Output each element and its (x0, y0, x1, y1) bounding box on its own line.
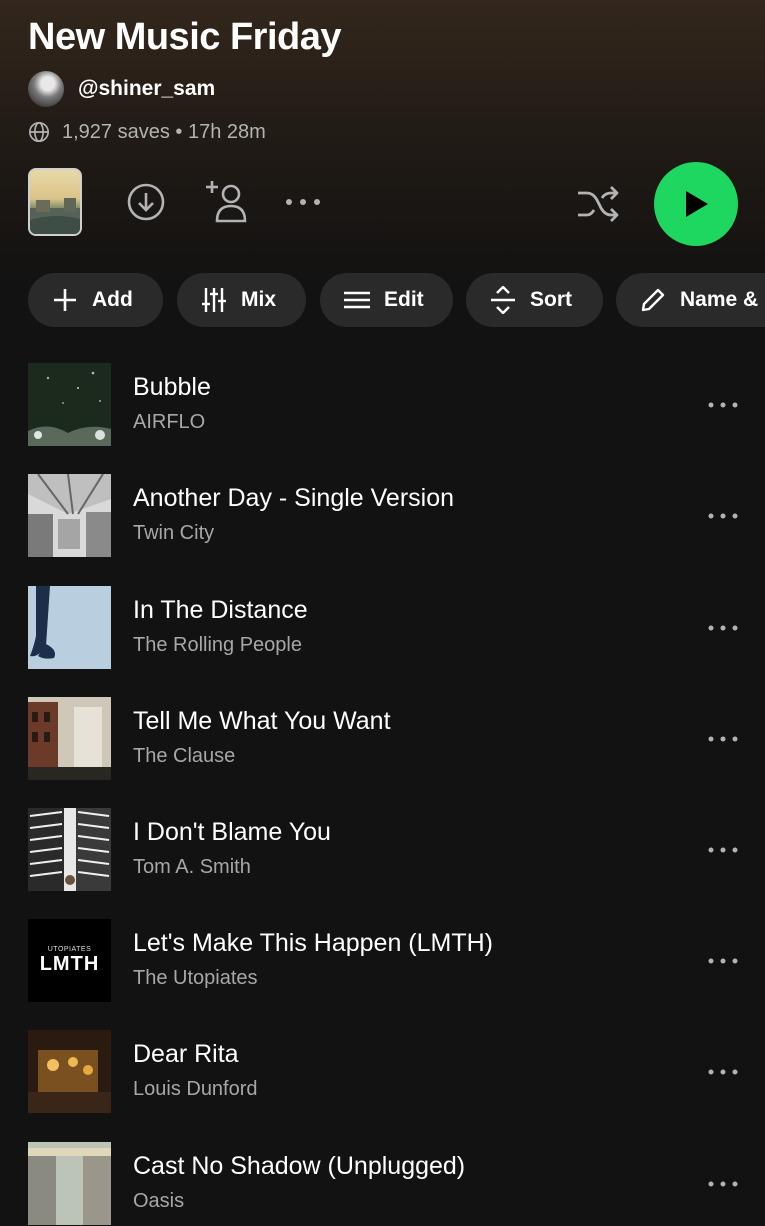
track-title: I Don't Blame You (133, 818, 331, 846)
sort-icon (491, 286, 515, 314)
track-more-button[interactable] (696, 393, 750, 417)
avatar[interactable] (28, 71, 64, 107)
shuffle-icon (578, 186, 619, 222)
track-artist[interactable]: Twin City (133, 522, 214, 545)
album-art (28, 474, 111, 557)
track-artist[interactable]: The Utopiates (133, 967, 258, 990)
track-title: Cast No Shadow (Unplugged) (133, 1152, 466, 1180)
add-chip[interactable]: Add (28, 273, 163, 327)
track-row[interactable]: Another Day - Single Version Twin City (0, 474, 765, 558)
album-art-small-text: UTOPIATES (47, 945, 92, 953)
shuffle-button[interactable] (574, 180, 622, 228)
album-art (28, 697, 111, 780)
action-bar (0, 160, 765, 250)
track-more-button[interactable] (696, 1172, 750, 1196)
track-row[interactable]: UTOPIATES LMTH Let's Make This Happen (L… (0, 919, 765, 1003)
sort-chip[interactable]: Sort (466, 273, 603, 327)
album-art (28, 586, 111, 669)
track-artist[interactable]: Louis Dunford (133, 1078, 258, 1101)
more-options-button[interactable] (282, 188, 324, 216)
owner-row[interactable]: @shiner_sam (28, 70, 215, 108)
album-art (28, 808, 111, 891)
more-icon (708, 1181, 738, 1187)
name-details-chip[interactable]: Name & (616, 273, 765, 327)
track-title: Another Day - Single Version (133, 484, 455, 512)
more-icon (708, 958, 738, 964)
track-row[interactable]: In The Distance The Rolling People (0, 586, 765, 670)
track-more-button[interactable] (696, 727, 750, 751)
track-more-button[interactable] (696, 1060, 750, 1084)
download-button[interactable] (124, 180, 168, 224)
sort-chip-label: Sort (530, 288, 572, 311)
add-chip-label: Add (92, 288, 133, 311)
album-art (28, 1142, 111, 1225)
globe-icon (29, 122, 49, 142)
track-row[interactable]: Dear Rita Louis Dunford (0, 1030, 765, 1114)
track-artist[interactable]: Oasis (133, 1190, 184, 1213)
track-title: Let's Make This Happen (LMTH) (133, 929, 493, 957)
owner-name[interactable]: @shiner_sam (78, 77, 215, 101)
more-icon (708, 625, 738, 631)
track-row[interactable]: Bubble AIRFLO (0, 363, 765, 447)
play-button[interactable] (654, 162, 738, 246)
add-collaborator-button[interactable] (203, 178, 251, 226)
add-user-icon (206, 181, 247, 223)
mix-chip-label: Mix (241, 288, 277, 311)
filter-chips: Add Mix Edit Sort Name & (0, 273, 765, 329)
track-row[interactable]: I Don't Blame You Tom A. Smith (0, 808, 765, 892)
more-icon (708, 513, 738, 519)
more-icon (286, 199, 320, 205)
edit-chip[interactable]: Edit (320, 273, 453, 327)
list-icon (344, 291, 370, 309)
download-icon (127, 183, 165, 221)
more-icon (708, 736, 738, 742)
track-row[interactable]: Tell Me What You Want The Clause (0, 697, 765, 781)
track-title: Dear Rita (133, 1040, 239, 1068)
playlist-title: New Music Friday (28, 16, 341, 58)
playlist-meta: 1,927 saves • 17h 28m (28, 118, 266, 146)
track-more-button[interactable] (696, 504, 750, 528)
edit-chip-label: Edit (384, 288, 424, 311)
pencil-icon (641, 288, 665, 312)
more-icon (708, 1069, 738, 1075)
album-art (28, 363, 111, 446)
track-artist[interactable]: Tom A. Smith (133, 856, 251, 879)
more-icon (708, 847, 738, 853)
album-art: UTOPIATES LMTH (28, 919, 111, 1002)
name-details-chip-label: Name & (680, 288, 759, 311)
sliders-icon (202, 288, 226, 312)
track-more-button[interactable] (696, 616, 750, 640)
track-more-button[interactable] (696, 838, 750, 862)
track-artist[interactable]: The Clause (133, 745, 235, 768)
track-title: Tell Me What You Want (133, 707, 391, 735)
track-title: In The Distance (133, 596, 308, 624)
track-row[interactable]: Cast No Shadow (Unplugged) Oasis (0, 1142, 765, 1226)
track-more-button[interactable] (696, 949, 750, 973)
more-icon (708, 402, 738, 408)
mix-chip[interactable]: Mix (177, 273, 306, 327)
saves-duration: 1,927 saves • 17h 28m (62, 120, 266, 143)
playlist-cover-thumbnail[interactable] (28, 168, 82, 236)
plus-icon (54, 289, 76, 311)
play-icon (686, 191, 708, 217)
album-art-text: LMTH (39, 952, 100, 975)
album-art (28, 1030, 111, 1113)
track-title: Bubble (133, 373, 211, 401)
track-artist[interactable]: The Rolling People (133, 634, 302, 657)
track-artist[interactable]: AIRFLO (133, 411, 205, 434)
